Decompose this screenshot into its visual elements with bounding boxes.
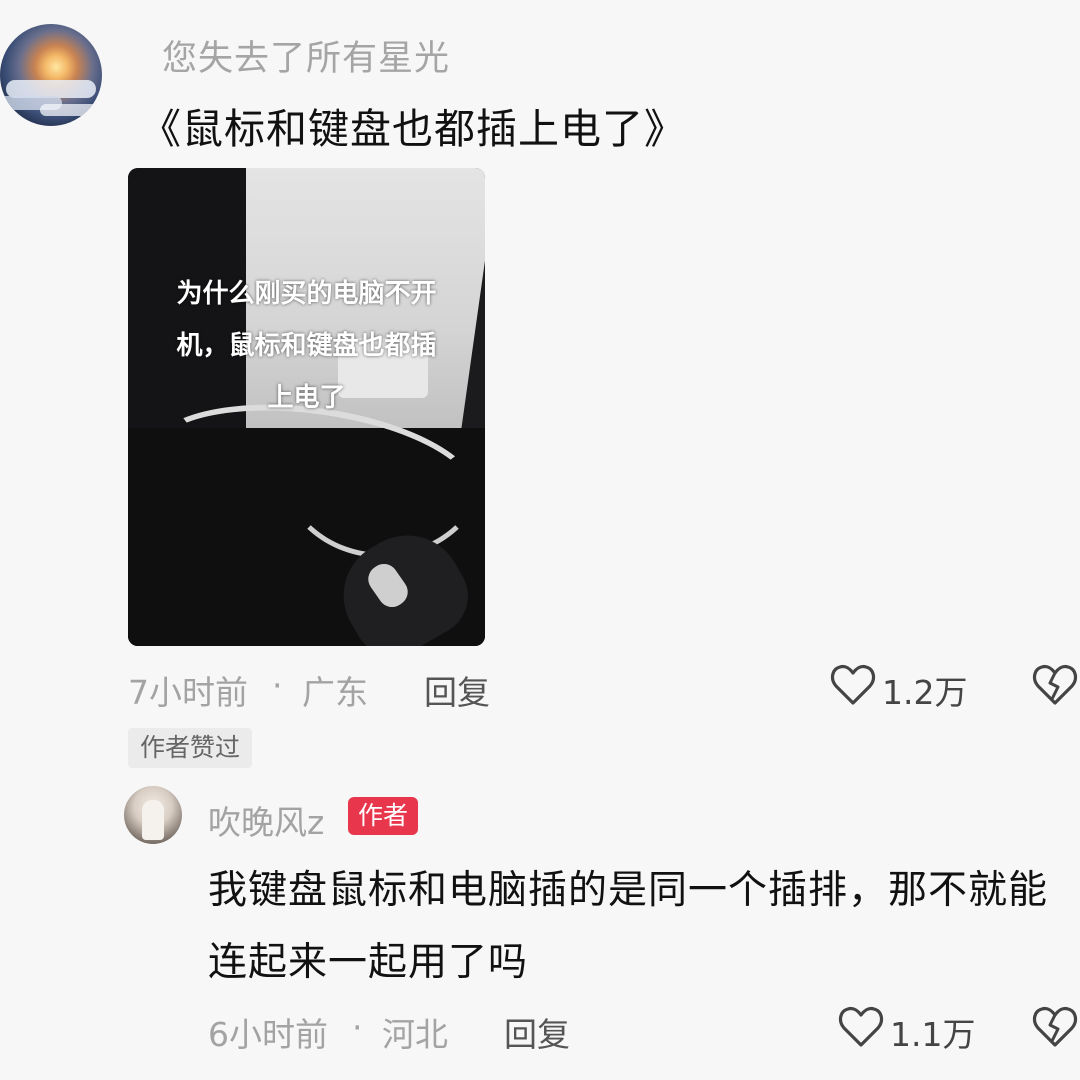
author-badge: 作者 xyxy=(348,797,419,835)
comment-image[interactable]: 为什么刚买的电脑不开 机，鼠标和键盘也都插 上电了 xyxy=(128,168,485,646)
comment-username[interactable]: 您失去了所有星光 xyxy=(162,30,450,81)
like-count: 1.2万 xyxy=(882,673,968,712)
reply-button[interactable]: 回复 xyxy=(424,666,490,714)
image-overlay-text: 为什么刚买的电脑不开 机，鼠标和键盘也都插 上电了 xyxy=(128,268,485,424)
comment-location: 广东 xyxy=(302,673,368,712)
meta-separator: · xyxy=(272,666,283,705)
heart-outline-icon[interactable] xyxy=(838,1005,884,1049)
reply-location: 河北 xyxy=(382,1015,448,1054)
overlay-line: 机，鼠标和键盘也都插 xyxy=(176,331,437,361)
comment-text: 《鼠标和键盘也都插上电了》 xyxy=(140,105,686,153)
meta-separator: · xyxy=(352,1008,363,1047)
avatar[interactable] xyxy=(0,24,102,126)
broken-heart-icon[interactable] xyxy=(1032,1005,1078,1049)
reply-username[interactable]: 吹晚风z xyxy=(208,796,324,844)
reply-button[interactable]: 回复 xyxy=(504,1008,570,1056)
author-liked-tag: 作者赞过 xyxy=(128,728,253,768)
broken-heart-icon[interactable] xyxy=(1032,663,1078,707)
reply-text: 我键盘鼠标和电脑插的是同一个插排，那不就能连起来一起用了吗 xyxy=(208,868,1049,985)
overlay-line: 上电了 xyxy=(267,383,346,413)
reply-time: 6小时前 xyxy=(208,1015,328,1054)
comment-time: 7小时前 xyxy=(128,673,248,712)
heart-outline-icon[interactable] xyxy=(830,663,876,707)
overlay-line: 为什么刚买的电脑不开 xyxy=(176,279,437,309)
like-count: 1.1万 xyxy=(890,1015,976,1054)
avatar[interactable] xyxy=(124,786,182,844)
